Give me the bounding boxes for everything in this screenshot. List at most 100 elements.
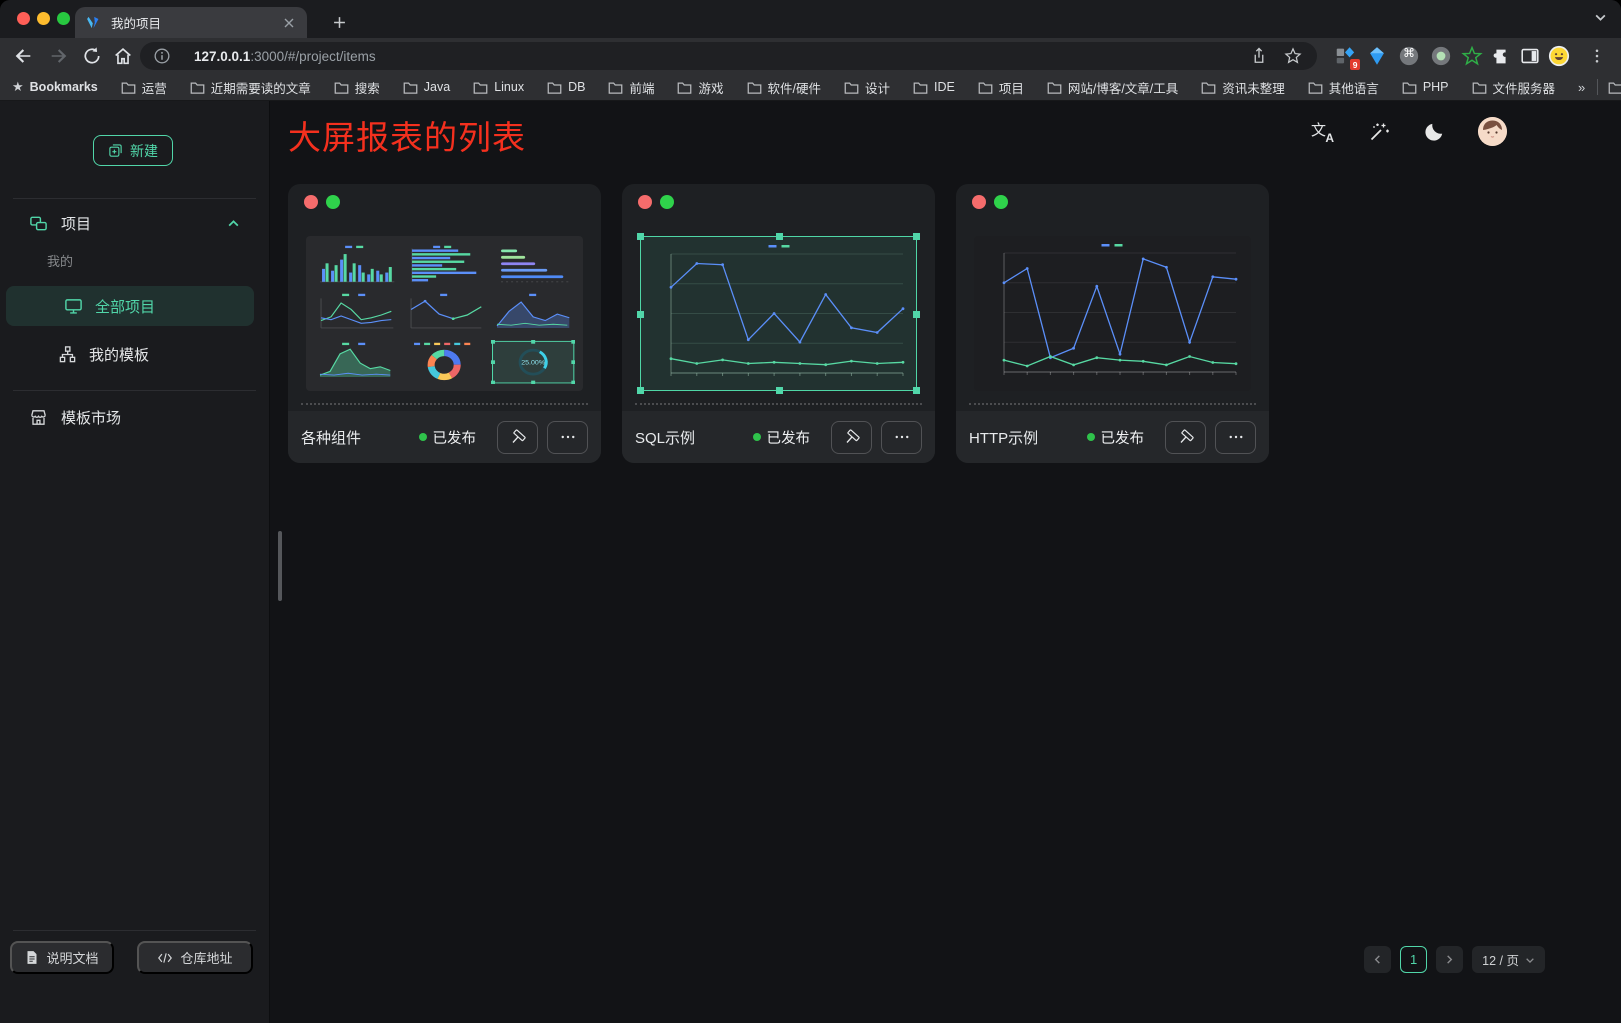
monitor-icon xyxy=(64,297,83,316)
docs-button[interactable]: 说明文档 xyxy=(10,941,114,974)
extension-command-icon[interactable]: ⌘ xyxy=(1398,45,1420,67)
home-button[interactable] xyxy=(112,45,134,67)
site-info-icon[interactable] xyxy=(152,46,172,66)
bookmark-folder[interactable]: 其他语言 xyxy=(1308,78,1379,97)
browser-tab[interactable]: 我的项目 xyxy=(75,7,307,38)
side-panel-icon[interactable] xyxy=(1519,45,1541,67)
profile-smiley-icon[interactable] xyxy=(1548,45,1570,67)
sidebar-item-my-templates[interactable]: 我的模板 xyxy=(0,334,269,374)
new-tab-button[interactable] xyxy=(326,9,352,35)
bookmark-folder[interactable]: IDE xyxy=(913,80,955,94)
bookmark-folder[interactable]: Java xyxy=(403,80,450,94)
folder-icon xyxy=(1201,81,1216,94)
card-dot-green xyxy=(326,195,340,209)
bookmark-folder[interactable]: 项目 xyxy=(978,78,1024,97)
sidebar-group-label: 我的 xyxy=(47,251,73,270)
project-preview-thumbnail[interactable] xyxy=(640,236,917,391)
dark-mode-moon-icon[interactable] xyxy=(1423,120,1446,143)
chevron-down-icon xyxy=(1525,955,1535,965)
more-actions-button[interactable] xyxy=(547,421,588,454)
bookmark-folder[interactable]: DB xyxy=(547,80,585,94)
bookmarks-manager-item[interactable]: ★ Bookmarks xyxy=(12,79,98,95)
bookmark-folder-label: 网站/博客/文章/工具 xyxy=(1068,78,1178,97)
goview-favicon xyxy=(85,14,102,31)
next-page-button[interactable] xyxy=(1436,946,1463,973)
bookmark-folder-label: 搜索 xyxy=(355,78,380,97)
zoom-window-button[interactable] xyxy=(57,12,70,25)
selection-handle xyxy=(776,387,783,394)
sidebar-item-template-market[interactable]: 模板市场 xyxy=(0,397,269,437)
bookmark-folder[interactable]: 软件/硬件 xyxy=(747,78,821,97)
folder-icon xyxy=(1608,81,1621,94)
forward-button[interactable] xyxy=(48,45,70,67)
other-bookmarks-folder[interactable]: 其他书签 xyxy=(1608,78,1621,97)
prev-page-button[interactable] xyxy=(1364,946,1391,973)
edit-project-button[interactable] xyxy=(497,421,538,454)
bookmark-star-icon[interactable] xyxy=(1283,46,1303,66)
folder-icon xyxy=(913,81,928,94)
bookmark-folder[interactable]: Linux xyxy=(473,80,524,94)
reload-button[interactable] xyxy=(81,45,103,67)
project-preview-thumbnail[interactable] xyxy=(974,236,1251,391)
sidebar-item-all-projects[interactable]: 全部项目 xyxy=(6,286,254,326)
extension-tampermonkey-icon[interactable]: 9 xyxy=(1334,45,1356,67)
bookmark-folder[interactable]: 网站/博客/文章/工具 xyxy=(1047,78,1178,97)
folder-icon xyxy=(403,81,418,94)
close-window-button[interactable] xyxy=(17,12,30,25)
current-page-button[interactable]: 1 xyxy=(1400,946,1427,973)
project-card[interactable]: 25.00% 各种组件 已发布 xyxy=(288,184,601,463)
share-icon[interactable] xyxy=(1249,46,1269,66)
chevron-up-icon[interactable] xyxy=(227,217,240,230)
bookmark-folder-label: IDE xyxy=(934,80,955,94)
bookmark-folder[interactable]: 近期需要读的文章 xyxy=(190,78,311,97)
url-text[interactable]: 127.0.0.1:3000/#/project/items xyxy=(194,49,1249,64)
browser-menu-kebab-icon[interactable] xyxy=(1588,45,1606,67)
back-button[interactable] xyxy=(12,45,34,67)
tab-close-icon[interactable] xyxy=(281,15,297,31)
bookmark-folder-label: 游戏 xyxy=(698,78,723,97)
extension-recorder-icon[interactable] xyxy=(1430,45,1452,67)
selection-handle xyxy=(913,387,920,394)
address-bar[interactable]: 127.0.0.1:3000/#/project/items xyxy=(140,42,1317,70)
minimize-window-button[interactable] xyxy=(37,12,50,25)
bookmark-folder[interactable]: 资讯未整理 xyxy=(1201,78,1285,97)
bookmark-folder[interactable]: 运营 xyxy=(121,78,167,97)
extension-gem-icon[interactable] xyxy=(1366,45,1388,67)
bookmark-folder[interactable]: 搜索 xyxy=(334,78,380,97)
bookmark-folder[interactable]: 文件服务器 xyxy=(1472,78,1556,97)
edit-project-button[interactable] xyxy=(1165,421,1206,454)
folder-icon xyxy=(334,81,349,94)
bookmark-folder[interactable]: 设计 xyxy=(844,78,890,97)
user-avatar[interactable] xyxy=(1478,117,1507,146)
bookmarks-overflow-icon[interactable]: » xyxy=(1578,80,1585,95)
all-projects-label: 全部项目 xyxy=(95,296,155,317)
new-project-button[interactable]: 新建 xyxy=(93,135,173,166)
project-card[interactable]: SQL示例 已发布 xyxy=(622,184,935,463)
browser-toolbar: 127.0.0.1:3000/#/project/items 9 ⌘ xyxy=(0,38,1621,74)
more-actions-button[interactable] xyxy=(881,421,922,454)
gauge-value-label: 25.00% xyxy=(521,359,545,366)
card-dotted-divider xyxy=(969,403,1256,405)
repo-button[interactable]: 仓库地址 xyxy=(137,941,253,974)
project-preview-thumbnail[interactable]: 25.00% xyxy=(306,236,583,391)
card-dotted-divider xyxy=(301,403,588,405)
magic-wand-icon[interactable] xyxy=(1367,120,1391,144)
extension-green-star-icon[interactable] xyxy=(1461,45,1483,67)
project-card[interactable]: HTTP示例 已发布 xyxy=(956,184,1269,463)
more-actions-button[interactable] xyxy=(1215,421,1256,454)
hammer-icon xyxy=(1176,428,1195,447)
url-host: 127.0.0.1 xyxy=(194,49,250,64)
scrollbar-thumb[interactable] xyxy=(278,531,282,601)
extensions-puzzle-icon[interactable] xyxy=(1490,45,1512,67)
selection-handle xyxy=(637,233,644,240)
tab-search-chevron-icon[interactable] xyxy=(1594,11,1607,24)
command-glyph: ⌘ xyxy=(1398,46,1420,60)
bookmark-folder[interactable]: 前端 xyxy=(608,78,654,97)
edit-project-button[interactable] xyxy=(831,421,872,454)
language-toggle-button[interactable]: 文 A xyxy=(1311,120,1335,144)
sidebar-section-projects[interactable]: 项目 xyxy=(0,203,269,243)
bookmark-folder[interactable]: PHP xyxy=(1402,80,1449,94)
status-dot-icon xyxy=(1087,433,1095,441)
bookmark-folder[interactable]: 游戏 xyxy=(677,78,723,97)
page-size-select[interactable]: 12 / 页 xyxy=(1472,946,1545,973)
